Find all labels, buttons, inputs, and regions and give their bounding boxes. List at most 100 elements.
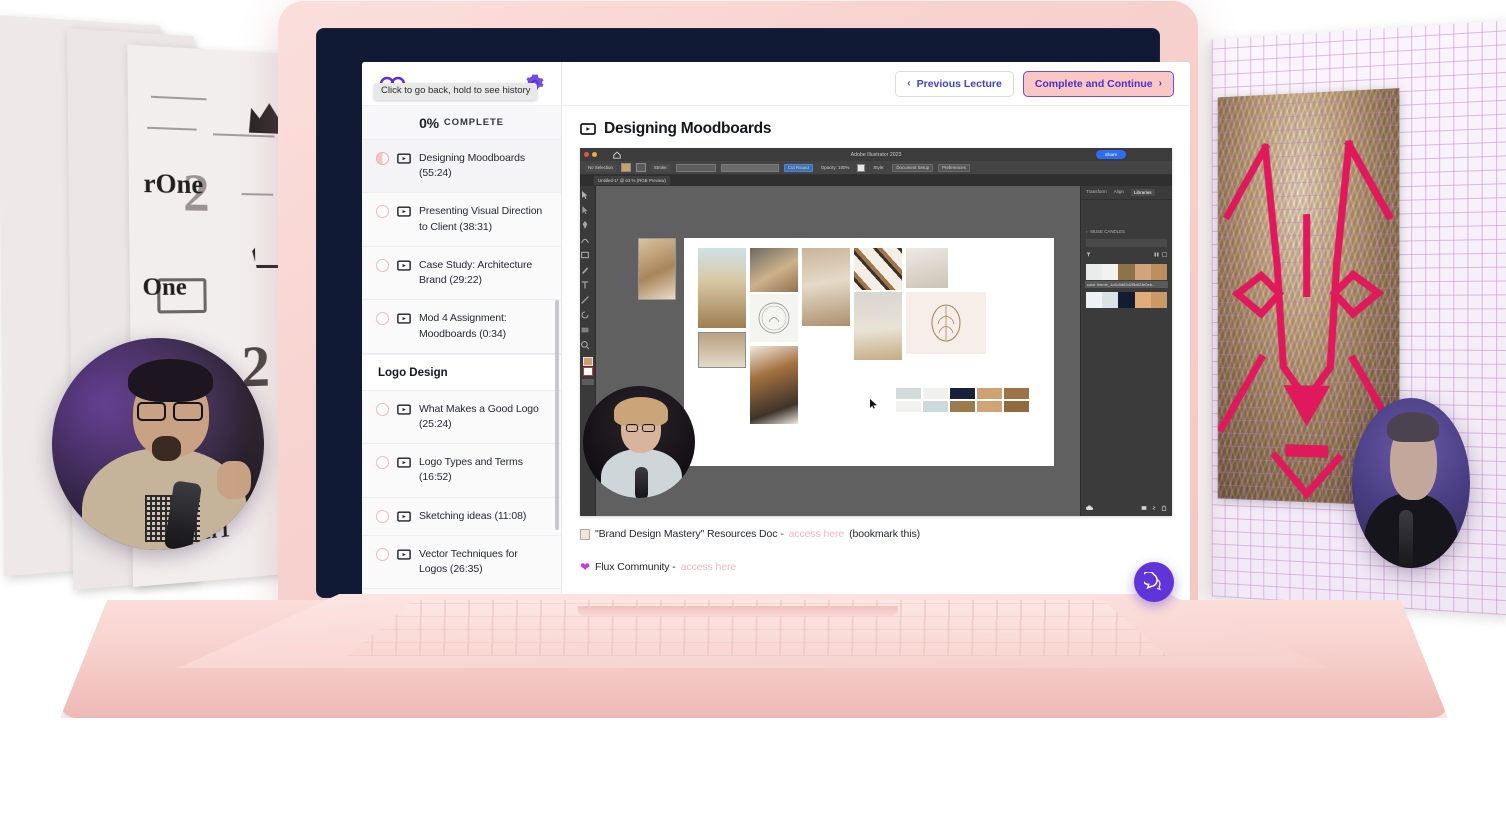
control-chip-5[interactable]: Document Setup xyxy=(892,163,934,172)
library-swatch-row-1[interactable] xyxy=(1086,264,1167,280)
add-library-icon[interactable] xyxy=(1141,505,1147,511)
moodboard-image-vases xyxy=(854,292,902,360)
page-title: Designing Moodboards xyxy=(604,120,772,137)
library-swatch xyxy=(1150,264,1167,280)
type-tool-icon[interactable] xyxy=(580,280,590,290)
previous-lecture-label: Previous Lecture xyxy=(916,77,1002,90)
library-search-input[interactable] xyxy=(1086,239,1167,247)
palette-swatch xyxy=(950,401,975,412)
control-chip-0[interactable]: No Selection xyxy=(585,163,616,172)
library-name: MUSE CANDLES xyxy=(1090,229,1125,234)
lesson-status-icon xyxy=(376,456,389,470)
resource-link[interactable]: access here xyxy=(789,528,845,540)
control-chip-1[interactable]: Stroke: xyxy=(650,163,671,172)
previous-lecture-button[interactable]: ‹ Previous Lecture xyxy=(895,70,1014,97)
tab-transform[interactable]: Transform xyxy=(1086,189,1107,196)
video-icon xyxy=(580,122,596,135)
moodboard-color-palette xyxy=(896,388,1029,412)
link-icon[interactable] xyxy=(1151,505,1157,511)
palette-swatch xyxy=(896,401,921,412)
resource-line-community[interactable]: ❤ Flux Community - access here xyxy=(580,561,1172,573)
sidebar-scrollbar[interactable] xyxy=(555,300,559,530)
selection-tool-icon[interactable] xyxy=(580,190,590,200)
library-swatch xyxy=(1102,292,1119,308)
palette-swatch xyxy=(923,401,948,412)
rectangle-tool-icon[interactable] xyxy=(580,250,590,260)
lesson-item-sketching-ideas[interactable]: Sketching ideas (11:08) xyxy=(362,497,561,536)
library-name-row[interactable]: ‹ MUSE CANDLES xyxy=(1081,226,1172,237)
library-swatch-row-2[interactable] xyxy=(1086,292,1167,308)
lesson-item-designing-moodboards[interactable]: Designing Moodboards (55:24) xyxy=(362,140,561,194)
illustrator-libraries-panel[interactable]: Transform Align Libraries ‹ MUSE CANDLES xyxy=(1080,186,1172,516)
complete-and-continue-button[interactable]: Complete and Continue › xyxy=(1022,70,1174,97)
illustrator-artboard[interactable] xyxy=(684,238,1054,466)
moodboard-image-candles xyxy=(906,248,948,288)
direct-selection-tool-icon[interactable] xyxy=(580,205,590,215)
control-chip-6[interactable]: Preferences xyxy=(938,163,970,172)
control-chip-4[interactable]: Style: xyxy=(870,164,887,172)
grid-view-icon[interactable] xyxy=(1154,252,1159,257)
lecture-video-player[interactable]: Adobe Illustrator 2023 Share No Selectio… xyxy=(580,148,1172,516)
chevron-right-icon: › xyxy=(1158,78,1162,89)
video-speaker-bubble xyxy=(583,386,695,498)
laptop-hinge xyxy=(578,606,898,616)
panel-tab-row[interactable]: Transform Align Libraries xyxy=(1081,186,1172,200)
video-icon xyxy=(397,511,411,522)
palette-swatch xyxy=(1004,401,1029,412)
resource-prefix: Flux Community - xyxy=(594,561,676,573)
cloud-upload-icon[interactable] xyxy=(1086,505,1093,511)
palette-swatch xyxy=(977,401,1002,412)
control-chip-2[interactable]: Cut Round xyxy=(783,163,813,172)
list-view-icon[interactable] xyxy=(1162,252,1167,257)
sidebar-header: Click to go back, hold to see history xyxy=(362,62,561,106)
lesson-list[interactable]: Designing Moodboards (55:24) Presenting … xyxy=(362,140,561,620)
video-icon xyxy=(397,457,411,468)
laptop-screen: Click to go back, hold to see history 0%… xyxy=(362,62,1190,620)
lesson-title: What Makes a Good Logo (25:24) xyxy=(419,402,539,430)
resource-line-doc[interactable]: "Brand Design Mastery" Resources Doc - a… xyxy=(580,528,1172,540)
filter-icon[interactable] xyxy=(1086,252,1091,257)
lesson-item-logo-types-and-terms[interactable]: Logo Types and Terms (16:52) xyxy=(362,444,561,498)
laptop-mockup: Click to go back, hold to see history 0%… xyxy=(60,0,1448,720)
lesson-title: Vector Techniques for Logos (26:35) xyxy=(419,547,518,576)
delete-icon[interactable] xyxy=(1161,505,1167,511)
lesson-title: Designing Moodboards (55:24) xyxy=(419,152,525,180)
library-filter-row[interactable] xyxy=(1081,249,1172,260)
lesson-item-case-study-architecture[interactable]: Case Study: Architecture Brand (29:22) xyxy=(362,246,561,301)
gradient-tool-icon[interactable] xyxy=(580,325,590,335)
curvature-tool-icon[interactable] xyxy=(580,235,590,245)
resource-link[interactable]: access here xyxy=(681,561,737,573)
tab-align[interactable]: Align xyxy=(1114,189,1124,196)
handwritten-rone: rOne xyxy=(143,168,204,200)
tab-libraries[interactable]: Libraries xyxy=(1130,189,1155,196)
library-swatch-caption: color theme_1c6c5d02d2f5d81fe0eb... xyxy=(1085,281,1168,288)
chat-support-button[interactable] xyxy=(1134,562,1174,602)
control-chip-3[interactable]: Opacity: 100% xyxy=(818,164,853,172)
lesson-item-what-makes-good-logo[interactable]: What Makes a Good Logo (25:24) xyxy=(362,390,561,445)
rotate-tool-icon[interactable] xyxy=(580,310,590,320)
lesson-item-presenting-visual-direction[interactable]: Presenting Visual Direction to Client (3… xyxy=(362,193,561,247)
heart-icon: ❤ xyxy=(580,560,590,574)
video-icon xyxy=(397,404,411,415)
pen-tool-icon[interactable] xyxy=(580,220,590,230)
line-tool-icon[interactable] xyxy=(580,295,590,305)
back-button-tooltip: Click to go back, hold to see history xyxy=(374,83,538,101)
share-button[interactable]: Share xyxy=(1096,150,1126,159)
paintbrush-tool-icon[interactable] xyxy=(580,265,590,275)
lesson-item-mod4-assignment[interactable]: Mod 4 Assignment: Moodboards (0:34) xyxy=(362,300,561,354)
moodboard-image-crest-logo xyxy=(750,294,798,342)
lesson-item-vector-techniques[interactable]: Vector Techniques for Logos (26:35) xyxy=(362,535,561,590)
library-swatch xyxy=(1086,292,1103,308)
document-tab[interactable]: Untitled-1* @ 63 % (RGB Preview) xyxy=(594,176,670,185)
zoom-tool-icon[interactable] xyxy=(580,340,590,350)
library-swatch xyxy=(1134,264,1151,280)
moodboard-image-brand-mark xyxy=(906,292,986,354)
library-swatch xyxy=(1102,264,1119,280)
palette-swatch xyxy=(896,388,921,399)
avatar-background xyxy=(1352,398,1470,568)
progress-label: COMPLETE xyxy=(443,117,504,128)
video-icon xyxy=(397,260,411,271)
main-content: ‹ Previous Lecture Complete and Continue… xyxy=(562,62,1190,620)
progress-percent: 0% xyxy=(419,114,439,131)
video-icon xyxy=(397,206,411,218)
